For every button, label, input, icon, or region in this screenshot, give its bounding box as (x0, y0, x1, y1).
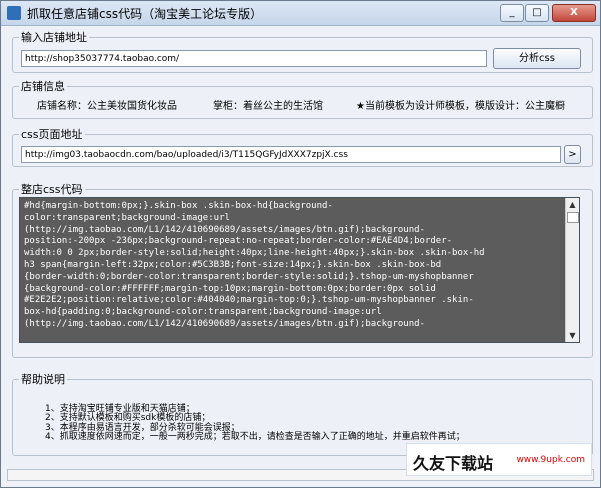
shop-url-group: 输入店铺地址 http://shop35037774.taobao.com/ 分… (12, 29, 593, 73)
css-url-group: css页面地址 http://img03.taobaocdn.com/bao/u… (12, 126, 593, 167)
shop-name: 店铺名称：公主美妆国货化妆品 (37, 101, 177, 112)
close-icon[interactable]: X (552, 4, 596, 22)
shop-url-label: 输入店铺地址 (21, 31, 87, 44)
help-label: 帮助说明 (21, 373, 65, 386)
scroll-down-icon[interactable]: ▼ (567, 330, 578, 341)
scroll-up-icon[interactable]: ▲ (567, 199, 578, 210)
css-code-textarea[interactable]: #hd{margin-bottom:0px;}.skin-box .skin-b… (19, 197, 580, 343)
watermark-main: 久友下载站 (413, 454, 494, 473)
shop-url-input[interactable]: http://shop35037774.taobao.com/ (21, 50, 487, 67)
template-info: ★当前模板为设计师模板，模版设计：公主魔橱 (356, 101, 565, 112)
title-bar[interactable]: 抓取任意店铺css代码（淘宝美工论坛专版） _ □ X (1, 1, 600, 26)
minimize-icon[interactable]: _ (500, 4, 524, 22)
help-text: 1、支持淘宝旺铺专业版和天猫店铺； 2、支持默认模板和购买sdk模板的店铺； 3… (45, 404, 465, 443)
watermark-url: www.9upk.com (516, 455, 585, 465)
main-panel: 输入店铺地址 http://shop35037774.taobao.com/ 分… (7, 28, 594, 479)
maximize-icon[interactable]: □ (525, 4, 549, 22)
css-code-label: 整店css代码 (21, 183, 83, 196)
vertical-scrollbar[interactable]: ▲ ▼ (565, 198, 579, 342)
app-icon (7, 6, 21, 20)
open-css-button[interactable]: > (564, 145, 581, 164)
css-url-label: css页面地址 (21, 128, 83, 141)
analyze-css-button[interactable]: 分析css (493, 48, 581, 69)
css-url-input[interactable]: http://img03.taobaocdn.com/bao/uploaded/… (21, 146, 561, 163)
shop-owner: 掌柜：着丝公主的生活馆 (213, 101, 323, 112)
shop-info-label: 店铺信息 (21, 80, 65, 93)
scroll-thumb[interactable] (567, 212, 579, 223)
window-title: 抓取任意店铺css代码（淘宝美工论坛专版） (27, 7, 263, 21)
shop-info-group: 店铺信息 店铺名称：公主美妆国货化妆品 掌柜：着丝公主的生活馆 ★当前模板为设计… (12, 78, 593, 119)
app-window: 抓取任意店铺css代码（淘宝美工论坛专版） _ □ X 输入店铺地址 http:… (0, 0, 601, 488)
css-code-text[interactable]: #hd{margin-bottom:0px;}.skin-box .skin-b… (24, 201, 565, 340)
watermark: 久友下载站 www.9upk.com (407, 444, 591, 475)
